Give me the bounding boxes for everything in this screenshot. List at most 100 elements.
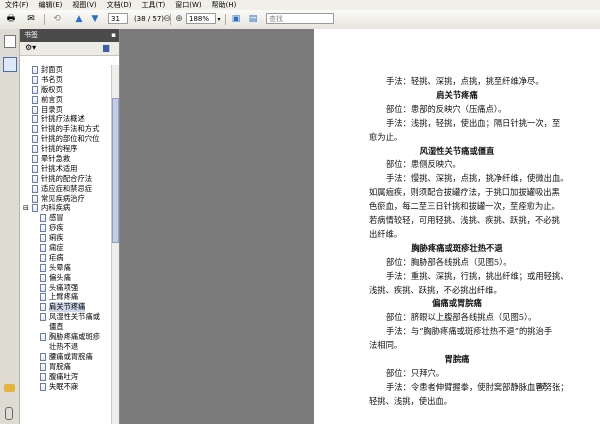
bookmark-item[interactable]: 失眠不寐 [20, 382, 112, 392]
toolbar-separator [225, 14, 226, 25]
bookmark-item[interactable]: 痫症 [20, 243, 112, 253]
bookmark-item[interactable]: 适应症和禁忌症 [20, 184, 112, 194]
attachment-icon[interactable] [5, 407, 13, 420]
menu-item[interactable]: 文件(F) [0, 0, 34, 10]
page-text-line: 轻挑、浅挑，使出血。 [369, 395, 452, 406]
bookmark-icon [40, 283, 46, 292]
options-icon[interactable]: ⚙▾ [25, 43, 36, 52]
bookmark-item[interactable]: ⊟ 内科疾病 [20, 203, 112, 213]
new-bookmark-icon[interactable]: ▆ [103, 43, 109, 52]
bookmarks-panel-icon[interactable] [3, 57, 17, 72]
bookmark-item[interactable]: 针挑术适用 [20, 164, 112, 174]
panel-title: 书签 [24, 31, 38, 39]
bookmark-icon [32, 184, 38, 193]
zoom-in-icon[interactable]: ⊕ [172, 13, 186, 25]
bookmark-item[interactable]: 上臂疼痛 [20, 292, 112, 302]
document-viewer[interactable]: 手法：轻挑、深挑，点挑，挑至纤维净尽。 肩关节疼痛 部位：患部的反映穴（压痛点）。手… [120, 29, 600, 424]
toolbar: 🖶 ✉ ⟲ ▲ ▼ 31 (38 / 57) ⊖ ⊕ 188% ▾ ▣ ▤ 查找 [0, 10, 600, 30]
section-heading: 偏痛或胃脘痛 [432, 298, 482, 309]
menu-item[interactable]: 编辑(E) [34, 0, 68, 10]
bookmark-icon [40, 293, 46, 302]
bookmark-item[interactable]: 头痛项强 [20, 283, 112, 293]
bookmark-item[interactable]: 晕针急救 [20, 154, 112, 164]
bookmark-label: 疟病 [49, 252, 64, 262]
page-text-line: 部位：胸胁部各线挑点（见图5）。 [386, 256, 512, 267]
bookmark-item[interactable]: 疟病 [20, 253, 112, 263]
menu-item[interactable]: 帮助(H) [207, 0, 242, 10]
bookmark-label: 头痛项强 [49, 282, 79, 292]
bookmark-item[interactable]: 前言页 [20, 95, 112, 105]
bookmark-icon [32, 174, 38, 183]
menu-item[interactable]: 窗口(W) [170, 0, 206, 10]
bookmark-item[interactable]: 感冒 [20, 213, 112, 223]
zoom-select[interactable]: 188% [186, 13, 216, 24]
bookmark-item[interactable]: 针挑的部位和穴位 [20, 134, 112, 144]
page-text-line: 部位：脐眼以上腹部各线挑点（见图5）。 [386, 312, 537, 323]
bookmark-icon [32, 204, 38, 213]
bookmark-item[interactable]: 偏头痛 [20, 273, 112, 283]
bookmark-item[interactable]: 针挑的配合疗法 [20, 174, 112, 184]
fit-width-icon[interactable]: ▤ [246, 13, 260, 25]
bookmark-item[interactable]: 风湿性关节痛或 [20, 312, 112, 322]
bookmark-label-continuation: 壮热不退 [49, 341, 79, 351]
bookmark-item[interactable]: 针挑的手法和方式 [20, 124, 112, 134]
comments-icon[interactable] [4, 384, 15, 392]
bookmark-item[interactable]: 目录页 [20, 105, 112, 115]
bookmark-icon [40, 352, 46, 361]
page-text-line: 愈为止。 [369, 131, 403, 142]
bookmark-item[interactable]: 腰痛或胃脘痛 [20, 352, 112, 362]
page-text-line: 出纤维。 [369, 228, 403, 239]
menu-item[interactable]: 工具(T) [137, 0, 171, 10]
collapse-icon[interactable]: ⊟ [23, 203, 29, 213]
bookmark-label-continuation: 僵直 [49, 322, 64, 332]
section-heading: 胸胁疼痛或斑疹壮热不退 [411, 242, 503, 253]
bookmark-label: 痢疾 [49, 233, 64, 243]
bookmark-item[interactable]: 腹痛吐泻 [20, 372, 112, 382]
bookmark-item[interactable]: 头晕痛 [20, 263, 112, 273]
bookmark-item[interactable]: 胸胁疼痛或斑疹 [20, 332, 112, 342]
bookmark-label: 针挑术适用 [41, 163, 78, 173]
bookmark-item[interactable]: 胃脘痛 [20, 362, 112, 372]
hand-tool-icon[interactable]: ⟲ [50, 13, 64, 25]
bookmark-icon [40, 303, 46, 312]
chevron-down-icon[interactable]: ▾ [216, 13, 222, 25]
bookmark-icon [40, 273, 46, 282]
menu-item[interactable]: 文档(D) [102, 0, 137, 10]
search-input[interactable]: 查找 [266, 13, 334, 24]
section-heading: 风湿性关节痛或僵直 [419, 145, 495, 156]
bookmark-item[interactable]: 版权页 [20, 85, 112, 95]
email-icon[interactable]: ✉ [24, 13, 38, 25]
bookmark-item[interactable]: 痢疾 [20, 233, 112, 243]
page-number-input[interactable]: 31 [108, 13, 128, 24]
bookmark-icon [40, 382, 46, 391]
page-text-line: 法相同。 [369, 340, 403, 351]
bookmark-label: 偏头痛 [49, 272, 71, 282]
bookmark-label: 针挑的程序 [41, 144, 78, 154]
bookmark-item[interactable]: 针挑疗法概述 [20, 114, 112, 124]
bookmark-item[interactable]: 书名页 [20, 75, 112, 85]
section-heading: 胃脘痛 [444, 354, 470, 364]
previous-page-icon[interactable]: ▲ [72, 13, 86, 25]
next-page-icon[interactable]: ▼ [88, 13, 102, 25]
bookmark-item[interactable]: 针挑的程序 [20, 144, 112, 154]
bookmark-icon [32, 105, 38, 114]
fit-page-icon[interactable]: ▣ [229, 13, 243, 25]
bookmark-item[interactable]: 常见疾病治疗 [20, 194, 112, 204]
bookmark-item[interactable]: 肩关节疼痛 [20, 302, 112, 313]
menu-item[interactable]: 视图(V) [67, 0, 101, 10]
page-text-line: 手法：轻挑、深挑，点挑，挑至纤维净尽。 [386, 76, 544, 86]
bookmark-item[interactable]: 封面页 [20, 65, 112, 75]
bookmark-icon [32, 75, 38, 84]
bookmark-label: 肩关节疼痛 [49, 302, 86, 313]
bookmark-item[interactable]: 痧疾 [20, 223, 112, 233]
print-icon[interactable]: 🖶 [4, 13, 18, 25]
close-icon[interactable]: ▪ [111, 29, 116, 42]
bookmark-icon [40, 214, 46, 223]
scrollbar-thumb[interactable] [112, 98, 119, 243]
bookmark-icon [40, 372, 46, 381]
bookmark-icon [40, 313, 46, 322]
scrollbar[interactable] [111, 65, 119, 424]
pages-panel-icon[interactable] [4, 35, 16, 48]
page-text-line: 若病情较轻，可用轻挑、浅挑、疾挑、跃挑，不必挑 [369, 215, 560, 225]
bookmark-label: 针挑疗法概述 [41, 114, 85, 124]
